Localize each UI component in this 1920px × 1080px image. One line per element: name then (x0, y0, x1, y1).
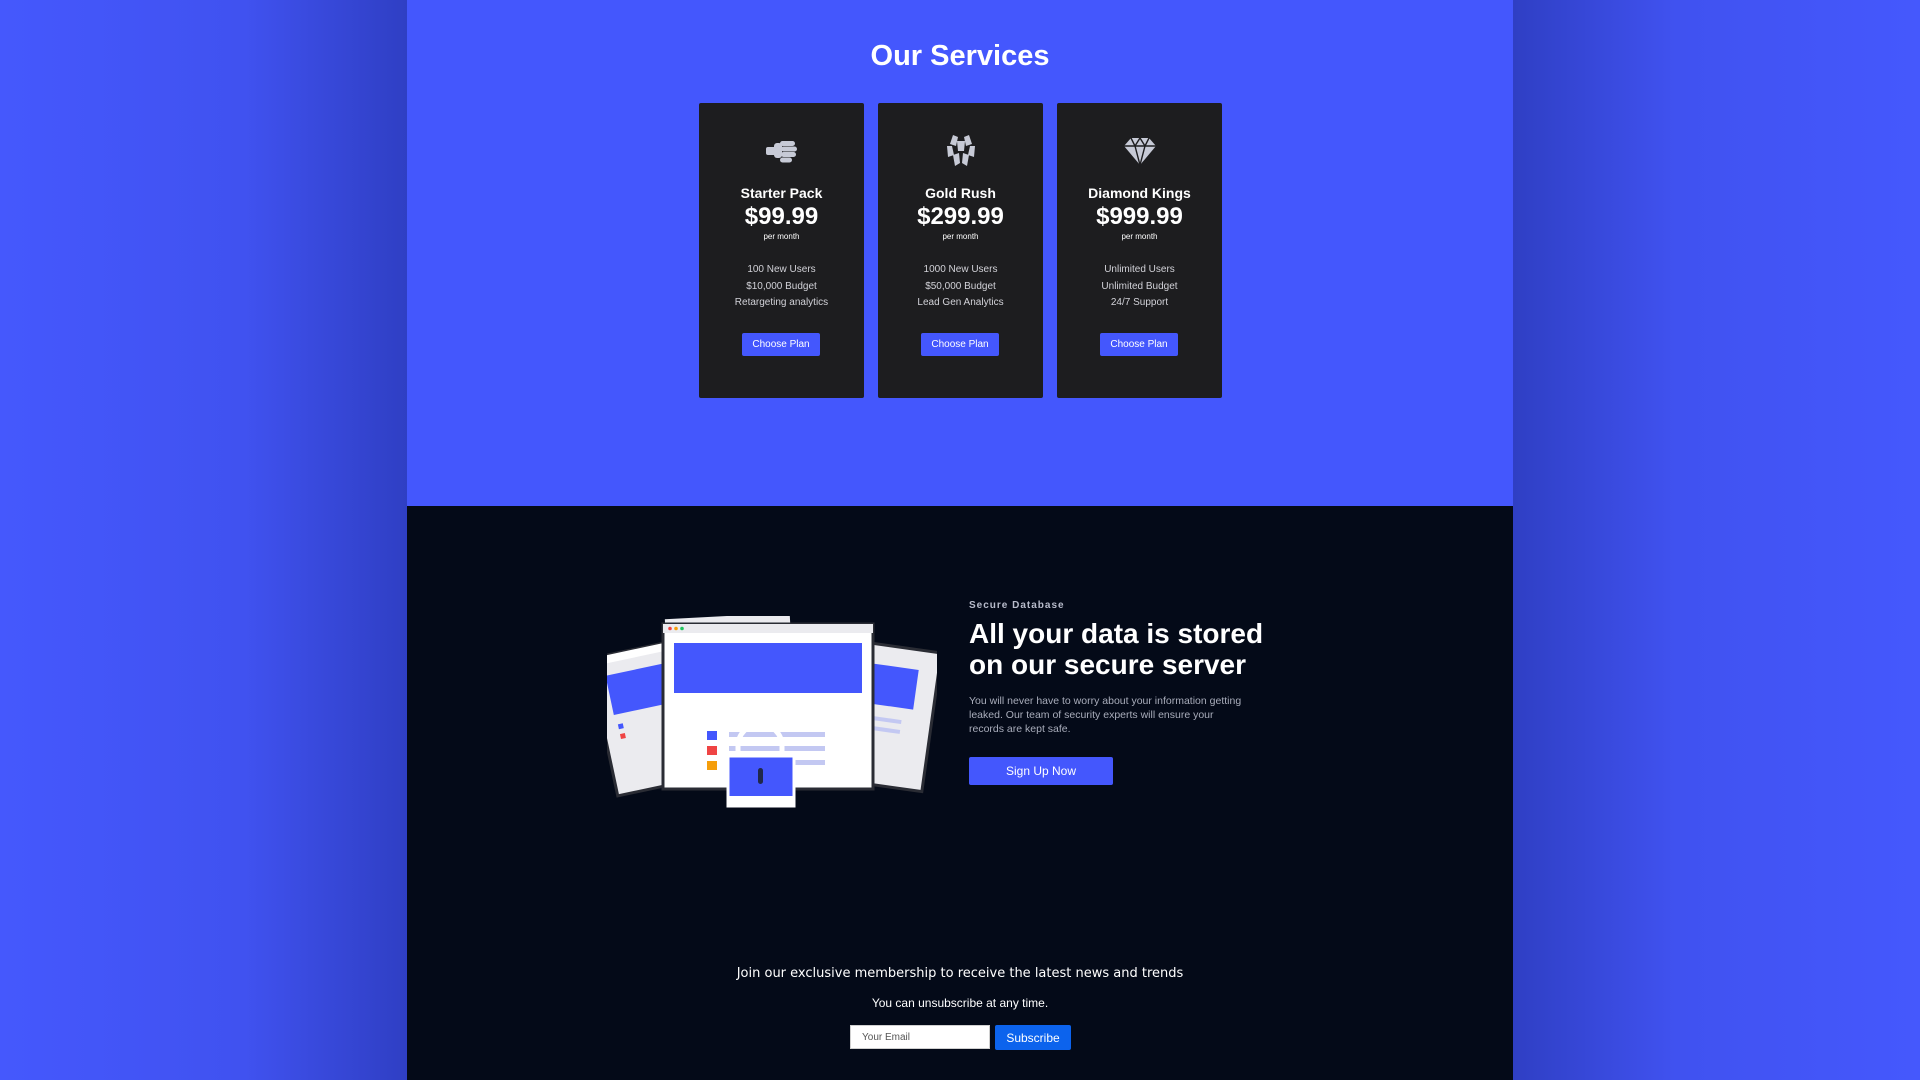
newsletter-title: Join our exclusive membership to receive… (736, 966, 1184, 981)
subscribe-button[interactable]: Subscribe (995, 1025, 1071, 1050)
plan-feature: 24/7 Support (1110, 297, 1169, 308)
page-container: Our Services Starter Pack $99.99 per mon… (407, 0, 1513, 1080)
choose-plan-button[interactable]: Choose Plan (742, 333, 820, 356)
plan-feature: Unlimited Budget (1101, 280, 1178, 292)
email-input[interactable] (850, 1025, 990, 1049)
plan-period: per month (942, 232, 979, 241)
plan-period: per month (763, 232, 800, 241)
secure-database-section: Secure Database All your data is stored … (407, 506, 1513, 1080)
secure-server-illustration (586, 612, 943, 816)
plan-card-starter: Starter Pack $99.99 per month 100 New Us… (699, 103, 864, 398)
services-title: Our Services (870, 40, 1050, 72)
section-heading: All your data is stored on our secure se… (969, 618, 1264, 680)
plan-name: Gold Rush (925, 185, 996, 201)
sign-up-button[interactable]: Sign Up Now (969, 757, 1113, 785)
plan-name: Starter Pack (740, 185, 823, 201)
diamond-icon (1057, 133, 1222, 169)
pricing-cards: Starter Pack $99.99 per month 100 New Us… (699, 103, 1229, 398)
plan-price: $99.99 (744, 203, 819, 230)
right-background-panel (1513, 0, 1920, 1080)
plan-price: $299.99 (917, 203, 1004, 230)
plan-name: Diamond Kings (1088, 185, 1191, 201)
plan-feature: Lead Gen Analytics (917, 297, 1004, 308)
plan-price: $999.99 (1096, 203, 1183, 230)
plan-card-diamond: Diamond Kings $999.99 per month Unlimite… (1057, 103, 1222, 398)
plan-feature: $10,000 Budget (746, 280, 817, 292)
plan-feature: 1000 New Users (923, 264, 998, 275)
gold-bars-icon (878, 133, 1043, 169)
plan-features: Unlimited Users Unlimited Budget 24/7 Su… (1057, 262, 1222, 312)
plan-feature: Retargeting analytics (734, 297, 829, 308)
services-section: Our Services Starter Pack $99.99 per mon… (407, 0, 1513, 506)
section-description: You will never have to worry about your … (969, 695, 1242, 735)
section-eyebrow: Secure Database (969, 600, 1065, 611)
choose-plan-button[interactable]: Choose Plan (921, 333, 999, 356)
plan-features: 100 New Users $10,000 Budget Retargeting… (699, 262, 864, 312)
choose-plan-button[interactable]: Choose Plan (1100, 333, 1178, 356)
plan-features: 1000 New Users $50,000 Budget Lead Gen A… (878, 262, 1043, 312)
newsletter-subtitle: You can unsubscribe at any time. (871, 996, 1049, 1010)
fist-bump-icon (699, 133, 864, 169)
plan-period: per month (1121, 232, 1158, 241)
plan-feature: $50,000 Budget (925, 280, 996, 292)
plan-feature: Unlimited Users (1104, 264, 1175, 275)
plan-feature: 100 New Users (747, 264, 816, 275)
left-background-panel (0, 0, 407, 1080)
plan-card-gold: Gold Rush $299.99 per month 1000 New Use… (878, 103, 1043, 398)
